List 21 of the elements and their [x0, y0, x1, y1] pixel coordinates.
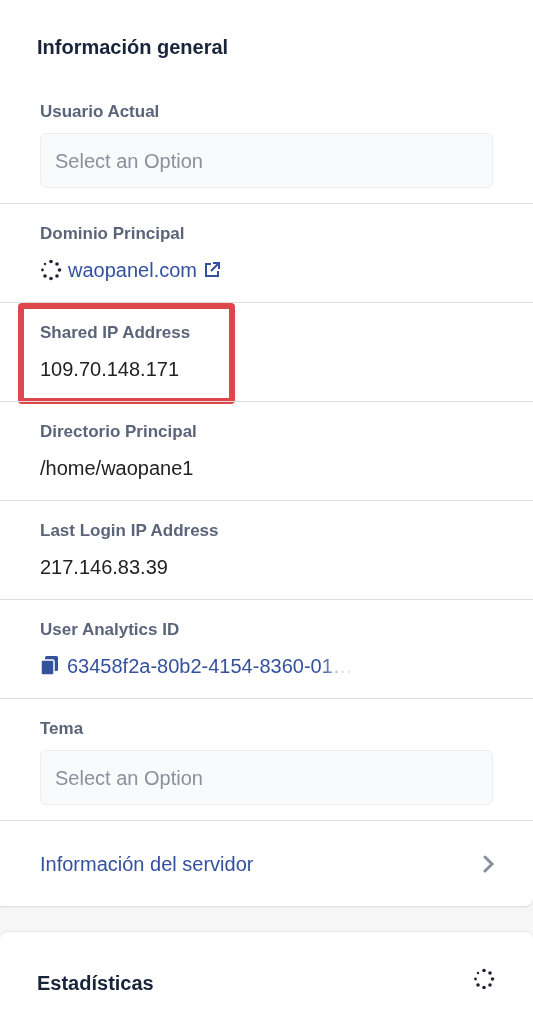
field-label: Last Login IP Address [40, 520, 220, 542]
domain-link[interactable]: waopanel.com [68, 256, 197, 284]
field-value: /home/waopane1 [40, 456, 195, 481]
card-title: Estadísticas [37, 971, 154, 996]
server-info-link[interactable]: Información del servidor [0, 820, 533, 906]
field-value: 217.146.83.39 [40, 555, 169, 580]
field-label: Tema [40, 718, 85, 740]
loading-spinner-icon [473, 968, 495, 990]
field-label: Directorio Principal [40, 421, 198, 443]
analytics-id: 63458f2a-80b2-4154-8360-01… [67, 654, 353, 679]
field-label: Shared IP Address [40, 322, 192, 344]
copy-icon[interactable] [40, 656, 59, 676]
field-label: Dominio Principal [40, 223, 186, 245]
field-value: 109.70.148.171 [40, 357, 181, 382]
loading-spinner-icon [40, 259, 62, 281]
card-title: Información general [37, 35, 230, 60]
chevron-right-icon [483, 854, 495, 873]
server-info-label: Información del servidor [40, 851, 254, 877]
external-link-icon [202, 261, 221, 279]
field-label: Usuario Actual [40, 101, 161, 123]
field-label: User Analytics ID [40, 619, 181, 641]
